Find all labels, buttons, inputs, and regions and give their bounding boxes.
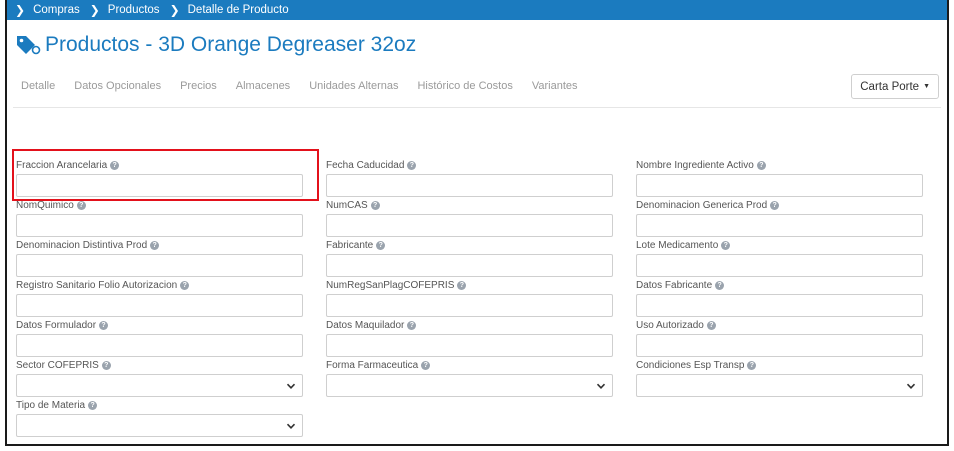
tab-precios[interactable]: Precios (180, 80, 217, 92)
uso-autorizado-label: Uso Autorizado (636, 319, 704, 331)
tab-historico-costos[interactable]: Histórico de Costos (417, 80, 512, 92)
tab-almacenes[interactable]: Almacenes (236, 80, 290, 92)
tab-bar: Detalle Datos Opcionales Precios Almacen… (13, 70, 941, 108)
lote-medicamento-label: Lote Medicamento (636, 239, 719, 251)
question-circle-icon[interactable]: ? (376, 240, 386, 250)
question-circle-icon[interactable]: ? (76, 200, 86, 210)
num-reg-san-plag-input[interactable] (326, 294, 613, 317)
question-circle-icon[interactable]: ? (101, 360, 111, 370)
chevron-down-icon (286, 423, 296, 429)
question-circle-icon[interactable]: ? (180, 280, 190, 290)
question-circle-icon[interactable]: ? (370, 200, 380, 210)
nombre-ingrediente-activo-label: Nombre Ingrediente Activo (636, 159, 754, 171)
tab-unidades-alternas[interactable]: Unidades Alternas (309, 80, 398, 92)
forma-farmaceutica-label: Forma Farmaceutica (326, 359, 419, 371)
num-reg-san-plag-label: NumRegSanPlagCOFEPRIS (326, 279, 455, 291)
chevron-right-icon: ❯ (169, 3, 180, 17)
chevron-right-icon: ❯ (89, 3, 100, 17)
datos-formulador-input[interactable] (16, 334, 303, 357)
chevron-down-icon (596, 383, 606, 389)
caret-down-icon: ▼ (923, 83, 930, 90)
registro-sanitario-folio-input[interactable] (16, 294, 303, 317)
question-circle-icon[interactable]: ? (99, 320, 109, 330)
breadcrumb-compras[interactable]: Compras (33, 4, 80, 16)
tipo-de-materia-label: Tipo de Materia (16, 399, 86, 411)
question-circle-icon[interactable]: ? (747, 360, 757, 370)
breadcrumb: ❯ Compras ❯ Productos ❯ Detalle de Produ… (7, 0, 947, 20)
carta-porte-form: Fraccion Arancelaria? Fecha Caducidad? N… (16, 158, 936, 438)
chevron-right-icon: ❯ (15, 3, 26, 17)
page-header: Productos - 3D Orange Degreaser 32oz (7, 20, 947, 70)
fabricante-label: Fabricante (326, 239, 374, 251)
question-circle-icon[interactable]: ? (457, 280, 467, 290)
fabricante-input[interactable] (326, 254, 613, 277)
denominacion-generica-prod-input[interactable] (636, 214, 923, 237)
question-circle-icon[interactable]: ? (407, 160, 417, 170)
forma-farmaceutica-select[interactable] (326, 374, 613, 397)
question-circle-icon[interactable]: ? (88, 400, 98, 410)
fraccion-arancelaria-label: Fraccion Arancelaria (16, 159, 108, 171)
sector-cofepris-select[interactable] (16, 374, 303, 397)
fecha-caducidad-input[interactable] (326, 174, 613, 197)
question-circle-icon[interactable]: ? (706, 320, 716, 330)
question-circle-icon[interactable]: ? (150, 240, 160, 250)
datos-maquilador-label: Datos Maquilador (326, 319, 405, 331)
nombre-ingrediente-activo-input[interactable] (636, 174, 923, 197)
num-cas-input[interactable] (326, 214, 613, 237)
denominacion-distintiva-prod-input[interactable] (16, 254, 303, 277)
nom-quimico-label: NomQuimico (16, 199, 74, 211)
question-circle-icon[interactable]: ? (721, 240, 731, 250)
datos-fabricante-label: Datos Fabricante (636, 279, 713, 291)
question-circle-icon[interactable]: ? (770, 200, 780, 210)
tab-variantes[interactable]: Variantes (532, 80, 578, 92)
uso-autorizado-input[interactable] (636, 334, 923, 357)
question-circle-icon[interactable]: ? (407, 320, 417, 330)
tab-detalle[interactable]: Detalle (21, 80, 55, 92)
tab-datos-opcionales[interactable]: Datos Opcionales (74, 80, 161, 92)
chevron-down-icon (906, 383, 916, 389)
registro-sanitario-folio-label: Registro Sanitario Folio Autorizacion (16, 279, 178, 291)
question-circle-icon[interactable]: ? (110, 160, 120, 170)
denominacion-generica-prod-label: Denominacion Generica Prod (636, 199, 768, 211)
datos-maquilador-input[interactable] (326, 334, 613, 357)
question-circle-icon[interactable]: ? (756, 160, 766, 170)
denominacion-distintiva-prod-label: Denominacion Distintiva Prod (16, 239, 148, 251)
datos-fabricante-input[interactable] (636, 294, 923, 317)
lote-medicamento-input[interactable] (636, 254, 923, 277)
breadcrumb-detalle-producto: Detalle de Producto (187, 4, 289, 16)
carta-porte-label: Carta Porte (860, 80, 920, 93)
question-circle-icon[interactable]: ? (421, 360, 431, 370)
price-tag-icon (13, 32, 43, 58)
sector-cofepris-label: Sector COFEPRIS (16, 359, 99, 371)
fraccion-arancelaria-input[interactable] (16, 174, 303, 197)
breadcrumb-productos[interactable]: Productos (108, 4, 160, 16)
carta-porte-dropdown-button[interactable]: Carta Porte ▼ (851, 74, 939, 99)
fecha-caducidad-label: Fecha Caducidad (326, 159, 405, 171)
tipo-de-materia-select[interactable] (16, 414, 303, 437)
nom-quimico-input[interactable] (16, 214, 303, 237)
datos-formulador-label: Datos Formulador (16, 319, 97, 331)
num-cas-label: NumCAS (326, 199, 368, 211)
question-circle-icon[interactable]: ? (715, 280, 725, 290)
page-title: Productos - 3D Orange Degreaser 32oz (45, 33, 417, 56)
chevron-down-icon (286, 383, 296, 389)
condiciones-esp-transp-select[interactable] (636, 374, 923, 397)
condiciones-esp-transp-label: Condiciones Esp Transp (636, 359, 745, 371)
